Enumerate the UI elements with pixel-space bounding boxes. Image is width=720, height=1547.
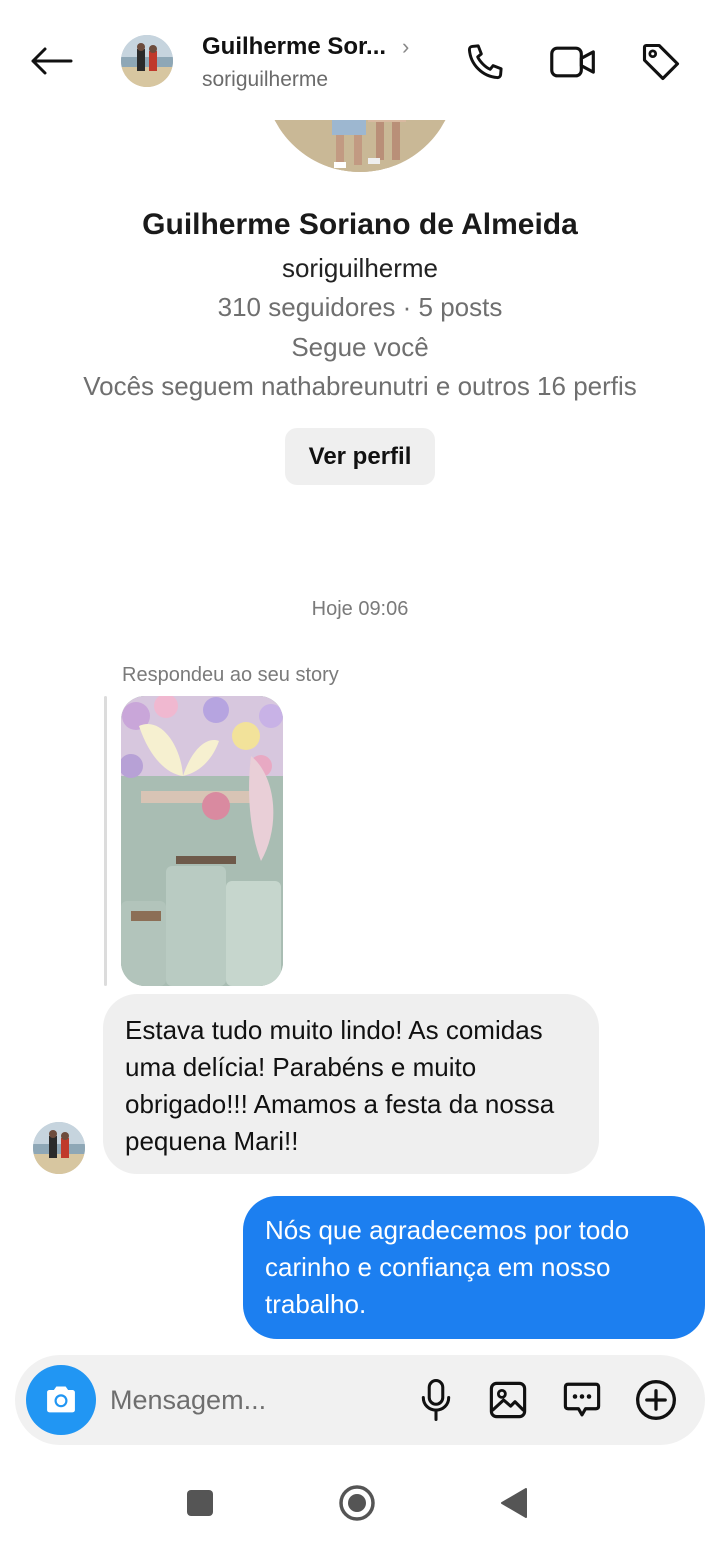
message-input[interactable] — [110, 1379, 400, 1421]
system-navigation-bar — [0, 1460, 720, 1547]
arrow-left-icon — [31, 47, 73, 75]
chat-bubble-icon — [563, 1382, 601, 1417]
header-name[interactable]: Guilherme Sor... — [202, 33, 402, 61]
header-username[interactable]: soriguilherme — [202, 68, 328, 92]
message-timestamp: Hoje 09:06 — [311, 598, 409, 620]
chevron-right-icon[interactable]: › — [402, 34, 409, 60]
plus-circle-icon — [636, 1380, 676, 1420]
profile-stats: 310 seguidores · 5 posts — [217, 292, 503, 322]
chat-header: Guilherme Sor... › soriguilherme — [0, 0, 720, 120]
story-reply-label: Respondeu ao seu story — [122, 664, 339, 686]
microphone-icon — [421, 1379, 451, 1421]
video-camera-icon — [550, 46, 595, 78]
story-thumbnail[interactable] — [121, 696, 283, 986]
avatar-photo — [121, 35, 173, 87]
camera-icon — [47, 1386, 75, 1413]
story-thumbnail-image — [121, 696, 283, 986]
camera-button[interactable] — [26, 1365, 96, 1435]
reply-indicator-bar — [104, 696, 107, 986]
header-avatar[interactable] — [121, 35, 173, 87]
call-button[interactable] — [461, 38, 509, 86]
square-icon — [187, 1490, 213, 1516]
sticker-button[interactable] — [559, 1377, 605, 1423]
tag-button[interactable] — [637, 38, 685, 86]
recent-apps-button[interactable] — [175, 1478, 225, 1528]
sender-avatar-photo — [33, 1122, 85, 1174]
view-profile-button[interactable]: Ver perfil — [285, 428, 435, 485]
phone-icon — [467, 44, 503, 80]
back-button[interactable] — [26, 38, 76, 84]
outgoing-message-bubble[interactable]: Nós que agradecemos por todo carinho e c… — [243, 1196, 705, 1339]
home-circle-icon — [339, 1485, 375, 1521]
back-system-button[interactable] — [489, 1478, 539, 1528]
profile-full-name: Guilherme Soriano de Almeida — [142, 208, 578, 241]
message-composer — [15, 1355, 705, 1445]
more-options-button[interactable] — [633, 1377, 679, 1423]
tag-icon — [642, 43, 680, 81]
sender-avatar[interactable] — [33, 1122, 85, 1174]
incoming-message-bubble[interactable]: Estava tudo muito lindo! As comidas uma … — [103, 994, 599, 1174]
video-call-button[interactable] — [549, 38, 597, 86]
home-button[interactable] — [332, 1478, 382, 1528]
voice-message-button[interactable] — [413, 1377, 459, 1423]
profile-username: soriguilherme — [281, 253, 439, 283]
triangle-back-icon — [501, 1488, 527, 1518]
mutual-followers: Vocês seguem nathabreunutri e outros 16 … — [83, 371, 637, 401]
gallery-button[interactable] — [485, 1377, 531, 1423]
follows-you-label: Segue você — [291, 332, 429, 362]
image-icon — [489, 1381, 527, 1419]
